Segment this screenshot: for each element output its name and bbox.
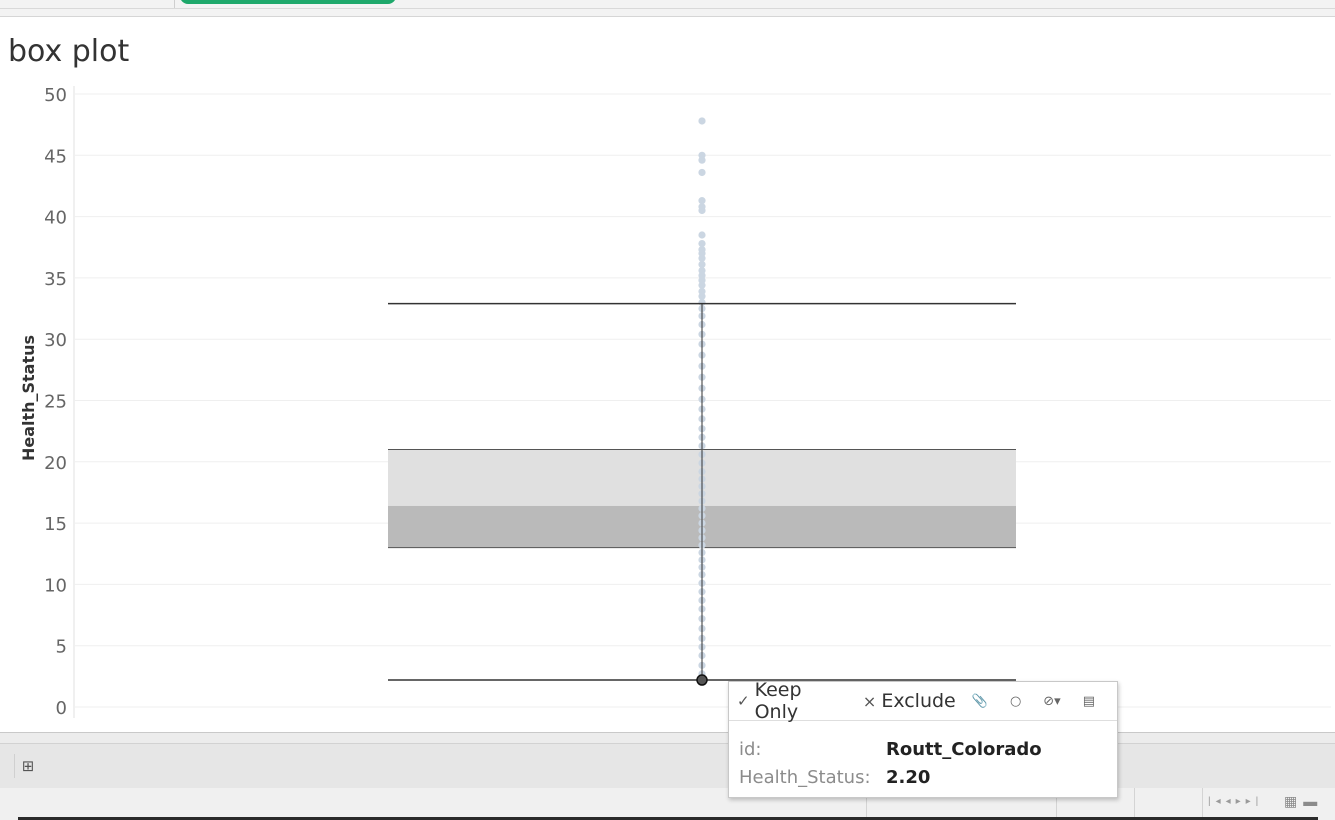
tooltip-field-key: Health_Status: <box>739 766 871 788</box>
y-tick-label: 40 <box>44 208 67 229</box>
keep-only-label: Keep Only <box>754 679 802 723</box>
data-point[interactable] <box>698 156 706 164</box>
sheet-tab-bar: ⊞ <box>0 743 1335 789</box>
view-data-icon[interactable]: ▤ <box>1083 694 1095 709</box>
lightbulb-icon[interactable]: ○ <box>1010 694 1021 709</box>
new-sheet-icon[interactable]: ⊞ <box>14 754 41 778</box>
tooltip-field-value: 2.20 <box>886 766 931 788</box>
paperclip-icon[interactable]: 📎 <box>972 694 988 709</box>
tooltip-row: id: Routt_Colorado <box>739 735 1107 763</box>
toolbar-divider <box>0 8 1335 9</box>
y-tick-label: 10 <box>44 575 67 596</box>
tooltip-field-key: id: <box>739 738 762 760</box>
data-point[interactable] <box>698 281 706 289</box>
status-divider <box>1134 788 1135 818</box>
status-divider <box>1202 788 1203 818</box>
y-tick-label: 50 <box>44 85 67 106</box>
y-tick-label: 25 <box>44 392 67 413</box>
y-tick-label: 15 <box>44 514 67 535</box>
box-plot-chart[interactable]: 0 5 10 15 20 25 30 35 40 45 50 Health_Status <box>0 80 1335 730</box>
sheet-nav-icon[interactable]: |◂◂▸▸| <box>1208 796 1263 807</box>
data-point[interactable] <box>698 168 706 177</box>
top-toolbar <box>0 0 1335 17</box>
view-mode-icon[interactable]: ▦▬ <box>1284 793 1323 810</box>
data-point[interactable] <box>698 197 706 205</box>
tooltip-field-value: Routt_Colorado <box>886 738 1042 760</box>
exclude-button[interactable]: × Exclude <box>863 690 956 712</box>
tooltip-row: Health_Status: 2.20 <box>739 763 1107 791</box>
tooltip-body: id: Routt_Colorado Health_Status: 2.20 <box>729 721 1117 805</box>
y-tick-label: 0 <box>56 698 67 719</box>
y-tick-label: 5 <box>56 637 67 658</box>
check-icon: ✓ <box>737 692 750 710</box>
data-point[interactable] <box>698 117 706 125</box>
data-point[interactable] <box>698 254 706 262</box>
toolbar-separator <box>174 0 175 8</box>
data-point[interactable] <box>698 231 706 239</box>
y-axis-label: Health_Status <box>19 335 38 461</box>
tooltip-toolbar: ✓ Keep Only × Exclude 📎 ○ ⊘▾ ▤ <box>729 679 1117 723</box>
data-tooltip: ✓ Keep Only × Exclude 📎 ○ ⊘▾ ▤ id: Routt… <box>728 679 1118 798</box>
y-tick-label: 45 <box>44 146 67 167</box>
active-tab-indicator[interactable] <box>180 0 396 4</box>
y-tick-label: 30 <box>44 330 67 351</box>
highlighted-point[interactable] <box>696 674 708 686</box>
data-point[interactable] <box>698 206 706 215</box>
data-point[interactable] <box>698 260 706 269</box>
data-point[interactable] <box>698 239 706 248</box>
sheet-title: box plot <box>8 34 130 69</box>
close-icon: × <box>862 691 877 711</box>
y-tick-label: 35 <box>44 269 67 290</box>
group-members-icon[interactable]: ⊘▾ <box>1043 694 1060 709</box>
bottom-panel: ⊞ |◂◂▸▸| ▦▬ <box>0 732 1335 820</box>
data-point[interactable] <box>698 292 706 300</box>
exclude-label: Exclude <box>881 690 956 712</box>
keep-only-button[interactable]: ✓ Keep Only <box>737 679 847 723</box>
status-bar: |◂◂▸▸| ▦▬ <box>0 788 1335 820</box>
y-tick-label: 20 <box>44 453 67 474</box>
